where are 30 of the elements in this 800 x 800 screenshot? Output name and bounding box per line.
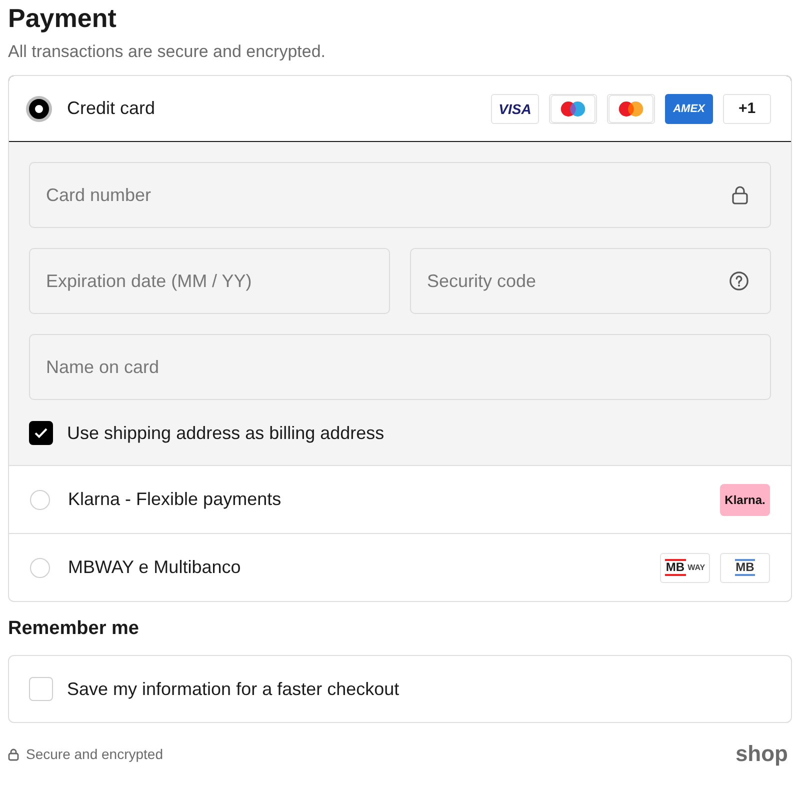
input-field[interactable]: Security code	[410, 248, 771, 314]
lock-icon	[8, 748, 19, 760]
input-field[interactable]: Card number	[29, 162, 771, 228]
section-heading: Remember me	[8, 618, 140, 640]
card-brand-icon	[549, 94, 597, 124]
checkbox-label: Use shipping address as billing address	[67, 422, 384, 444]
card-brand-badge: VISA	[491, 94, 539, 124]
payment-option-label: MBWAY e Multibanco	[68, 557, 242, 578]
radio-button[interactable]	[29, 98, 49, 118]
more-cards-badge: +1	[723, 94, 771, 124]
klarna-badge: Klarna.	[720, 484, 770, 516]
payment-option[interactable]: Klarna - Flexible payments Klarna.	[9, 466, 791, 533]
input-field[interactable]: Expiration date (MM / YY)	[29, 248, 390, 314]
payment-option-label: Klarna - Flexible payments	[68, 489, 282, 510]
security-note: Secure and encrypted	[26, 746, 164, 762]
help-icon[interactable]	[729, 271, 749, 291]
subtitle: All transactions are secure and encrypted.	[8, 42, 327, 62]
check-icon	[34, 427, 48, 439]
card-brand-icon	[607, 94, 655, 124]
multibanco-badge: MB	[720, 552, 770, 582]
checkbox-label: Save my information for a faster checkout	[67, 678, 400, 700]
payment-option-label: Credit card	[67, 98, 156, 119]
input-field[interactable]: Name on card	[29, 334, 771, 400]
mbway-badge: MB WAY	[660, 552, 710, 582]
checkbox[interactable]	[29, 421, 53, 445]
card-brand-badge: AMEX	[665, 94, 713, 124]
payment-option[interactable]: MBWAY e Multibanco MB WAY MB	[9, 534, 791, 601]
shop-logo: shop	[735, 741, 788, 767]
page-title: Payment	[8, 2, 118, 34]
lock-icon	[731, 185, 749, 205]
